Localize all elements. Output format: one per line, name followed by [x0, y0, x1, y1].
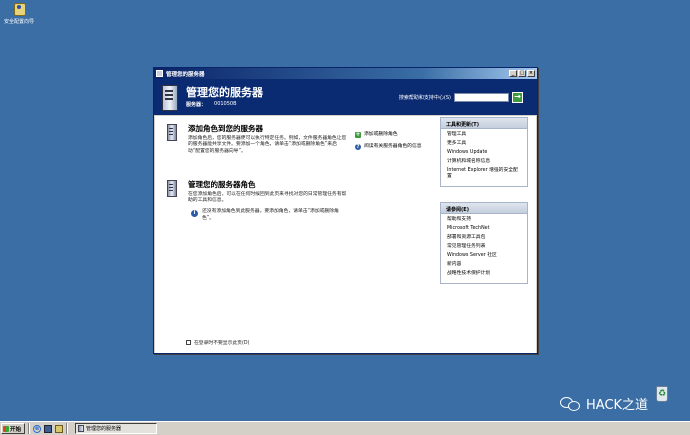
- main-content: 添加角色到您的服务器 添加角色后，您的服务器便可以执行特定任务。例如，文件服务器…: [155, 116, 536, 353]
- desktop-icon-label: 安全配置向导: [3, 19, 34, 25]
- window-header: 管理您的服务器 服务器： 001050B 搜索帮助和支持中心(S) →: [154, 79, 537, 115]
- show-desktop-icon[interactable]: [44, 424, 52, 433]
- watermark-text: HACK之道: [586, 398, 649, 413]
- see-also-panel: 请参阅(E) 帮助和支持 Microsoft TechNet 部署和资源工具包 …: [440, 202, 528, 284]
- close-button[interactable]: ×: [527, 70, 535, 77]
- search-label: 搜索帮助和支持中心(S): [398, 95, 451, 101]
- server-role-icon: [166, 124, 178, 141]
- read-role-info-link[interactable]: ? 阅读有关服务器角色的信息: [355, 144, 435, 151]
- windows-logo-icon: [3, 425, 9, 432]
- panel-link[interactable]: Microsoft TechNet: [447, 226, 522, 232]
- role-actions: + 添加或删除角色 ? 阅读有关服务器角色的信息: [355, 132, 435, 157]
- quick-launch: e: [33, 424, 63, 433]
- recycle-bin-desktop-icon[interactable]: [652, 382, 672, 404]
- section-title: 管理您的服务器角色: [188, 180, 256, 189]
- manage-server-window: 管理您的服务器 _ □ × 管理您的服务器 服务器： 001050B 搜索帮助和…: [153, 67, 538, 354]
- window-title: 管理您的服务器: [166, 71, 205, 78]
- panel-link[interactable]: Internet Explorer 增强的安全配置: [447, 168, 522, 181]
- panel-link[interactable]: 计算机和域名称信息: [447, 159, 522, 165]
- wechat-watermark: HACK之道: [560, 394, 648, 413]
- server-icon: [160, 84, 180, 111]
- page-title: 管理您的服务器: [186, 86, 263, 100]
- start-button[interactable]: 开始: [1, 423, 25, 434]
- no-roles-info: i 还没有添加角色到此服务器。要添加角色，请单击“添加或删除角色”。: [191, 209, 346, 222]
- server-role-icon: [166, 180, 178, 197]
- start-label: 开始: [10, 426, 22, 433]
- manage-role-section: 管理您的服务器角色 在您添加角色后，可以在任何时候回到此页来寻找对您的日常管理任…: [166, 179, 346, 205]
- panel-link[interactable]: 战略性技术保护计划: [447, 271, 522, 277]
- panel-link[interactable]: 常见管理任务列表: [447, 244, 522, 250]
- recycle-bin-icon: [656, 386, 668, 402]
- panel-link[interactable]: 新内容: [447, 262, 522, 268]
- dont-show-checkbox[interactable]: [186, 340, 191, 345]
- section-description: 添加角色后，您的服务器便可以执行特定任务。例如，文件服务器角色让您的服务器能共享…: [188, 136, 347, 154]
- window-titlebar[interactable]: 管理您的服务器 _ □ ×: [154, 68, 537, 79]
- security-wizard-icon: [11, 2, 27, 18]
- maximize-button[interactable]: □: [518, 70, 526, 77]
- panel-title[interactable]: 工具和更新(T): [441, 118, 527, 129]
- tools-updates-panel: 工具和更新(T) 管理工具 更多工具 Windows Update 计算机和域名…: [440, 117, 528, 188]
- search-go-button[interactable]: →: [512, 92, 523, 103]
- taskbar-separator: [66, 423, 68, 434]
- info-icon: i: [191, 210, 198, 217]
- add-remove-role-link[interactable]: + 添加或删除角色: [355, 132, 435, 138]
- panel-link[interactable]: 管理工具: [447, 132, 522, 138]
- taskbar-window-button[interactable]: 管理您的服务器: [75, 423, 157, 434]
- section-title: 添加角色到您的服务器: [188, 124, 263, 133]
- internet-explorer-icon[interactable]: e: [33, 424, 41, 433]
- security-wizard-desktop-icon[interactable]: 安全配置向导: [2, 2, 36, 25]
- panel-title[interactable]: 请参阅(E): [441, 203, 527, 214]
- panel-link[interactable]: 部署和资源工具包: [447, 235, 522, 241]
- section-description: 在您添加角色后，可以在任何时候回到此页来寻找对您的日常管理任务有帮助的工具和信息…: [188, 192, 347, 204]
- window-app-icon: [156, 70, 163, 77]
- task-label: 管理您的服务器: [86, 426, 122, 432]
- panel-link[interactable]: Windows Server 社区: [447, 253, 522, 259]
- info-text: 还没有添加角色到此服务器。要添加角色，请单击“添加或删除角色”。: [202, 209, 339, 221]
- server-name: 001050B: [214, 100, 237, 107]
- dont-show-option: 在登录时不要显示此页(D): [186, 339, 249, 346]
- action-label: 添加或删除角色: [364, 132, 398, 137]
- action-label: 阅读有关服务器角色的信息: [364, 144, 422, 150]
- taskbar-separator: [28, 423, 30, 434]
- panel-link[interactable]: Windows Update: [447, 150, 522, 156]
- search-input[interactable]: [454, 93, 509, 102]
- wechat-icon: [560, 395, 582, 413]
- add-role-section: 添加角色到您的服务器 添加角色后，您的服务器便可以执行特定任务。例如，文件服务器…: [166, 123, 346, 155]
- help-icon: ?: [355, 144, 361, 151]
- server-label: 服务器：: [186, 101, 207, 108]
- dont-show-label: 在登录时不要显示此页(D): [194, 341, 250, 346]
- explorer-icon[interactable]: [55, 424, 63, 433]
- help-search: 搜索帮助和支持中心(S) →: [399, 92, 523, 103]
- minimize-button[interactable]: _: [509, 70, 517, 77]
- panel-link[interactable]: 更多工具: [447, 141, 522, 147]
- panel-link[interactable]: 帮助和支持: [447, 217, 522, 223]
- server-icon: [78, 425, 84, 432]
- taskbar: 开始 e 管理您的服务器: [0, 421, 690, 435]
- add-icon: +: [355, 131, 361, 138]
